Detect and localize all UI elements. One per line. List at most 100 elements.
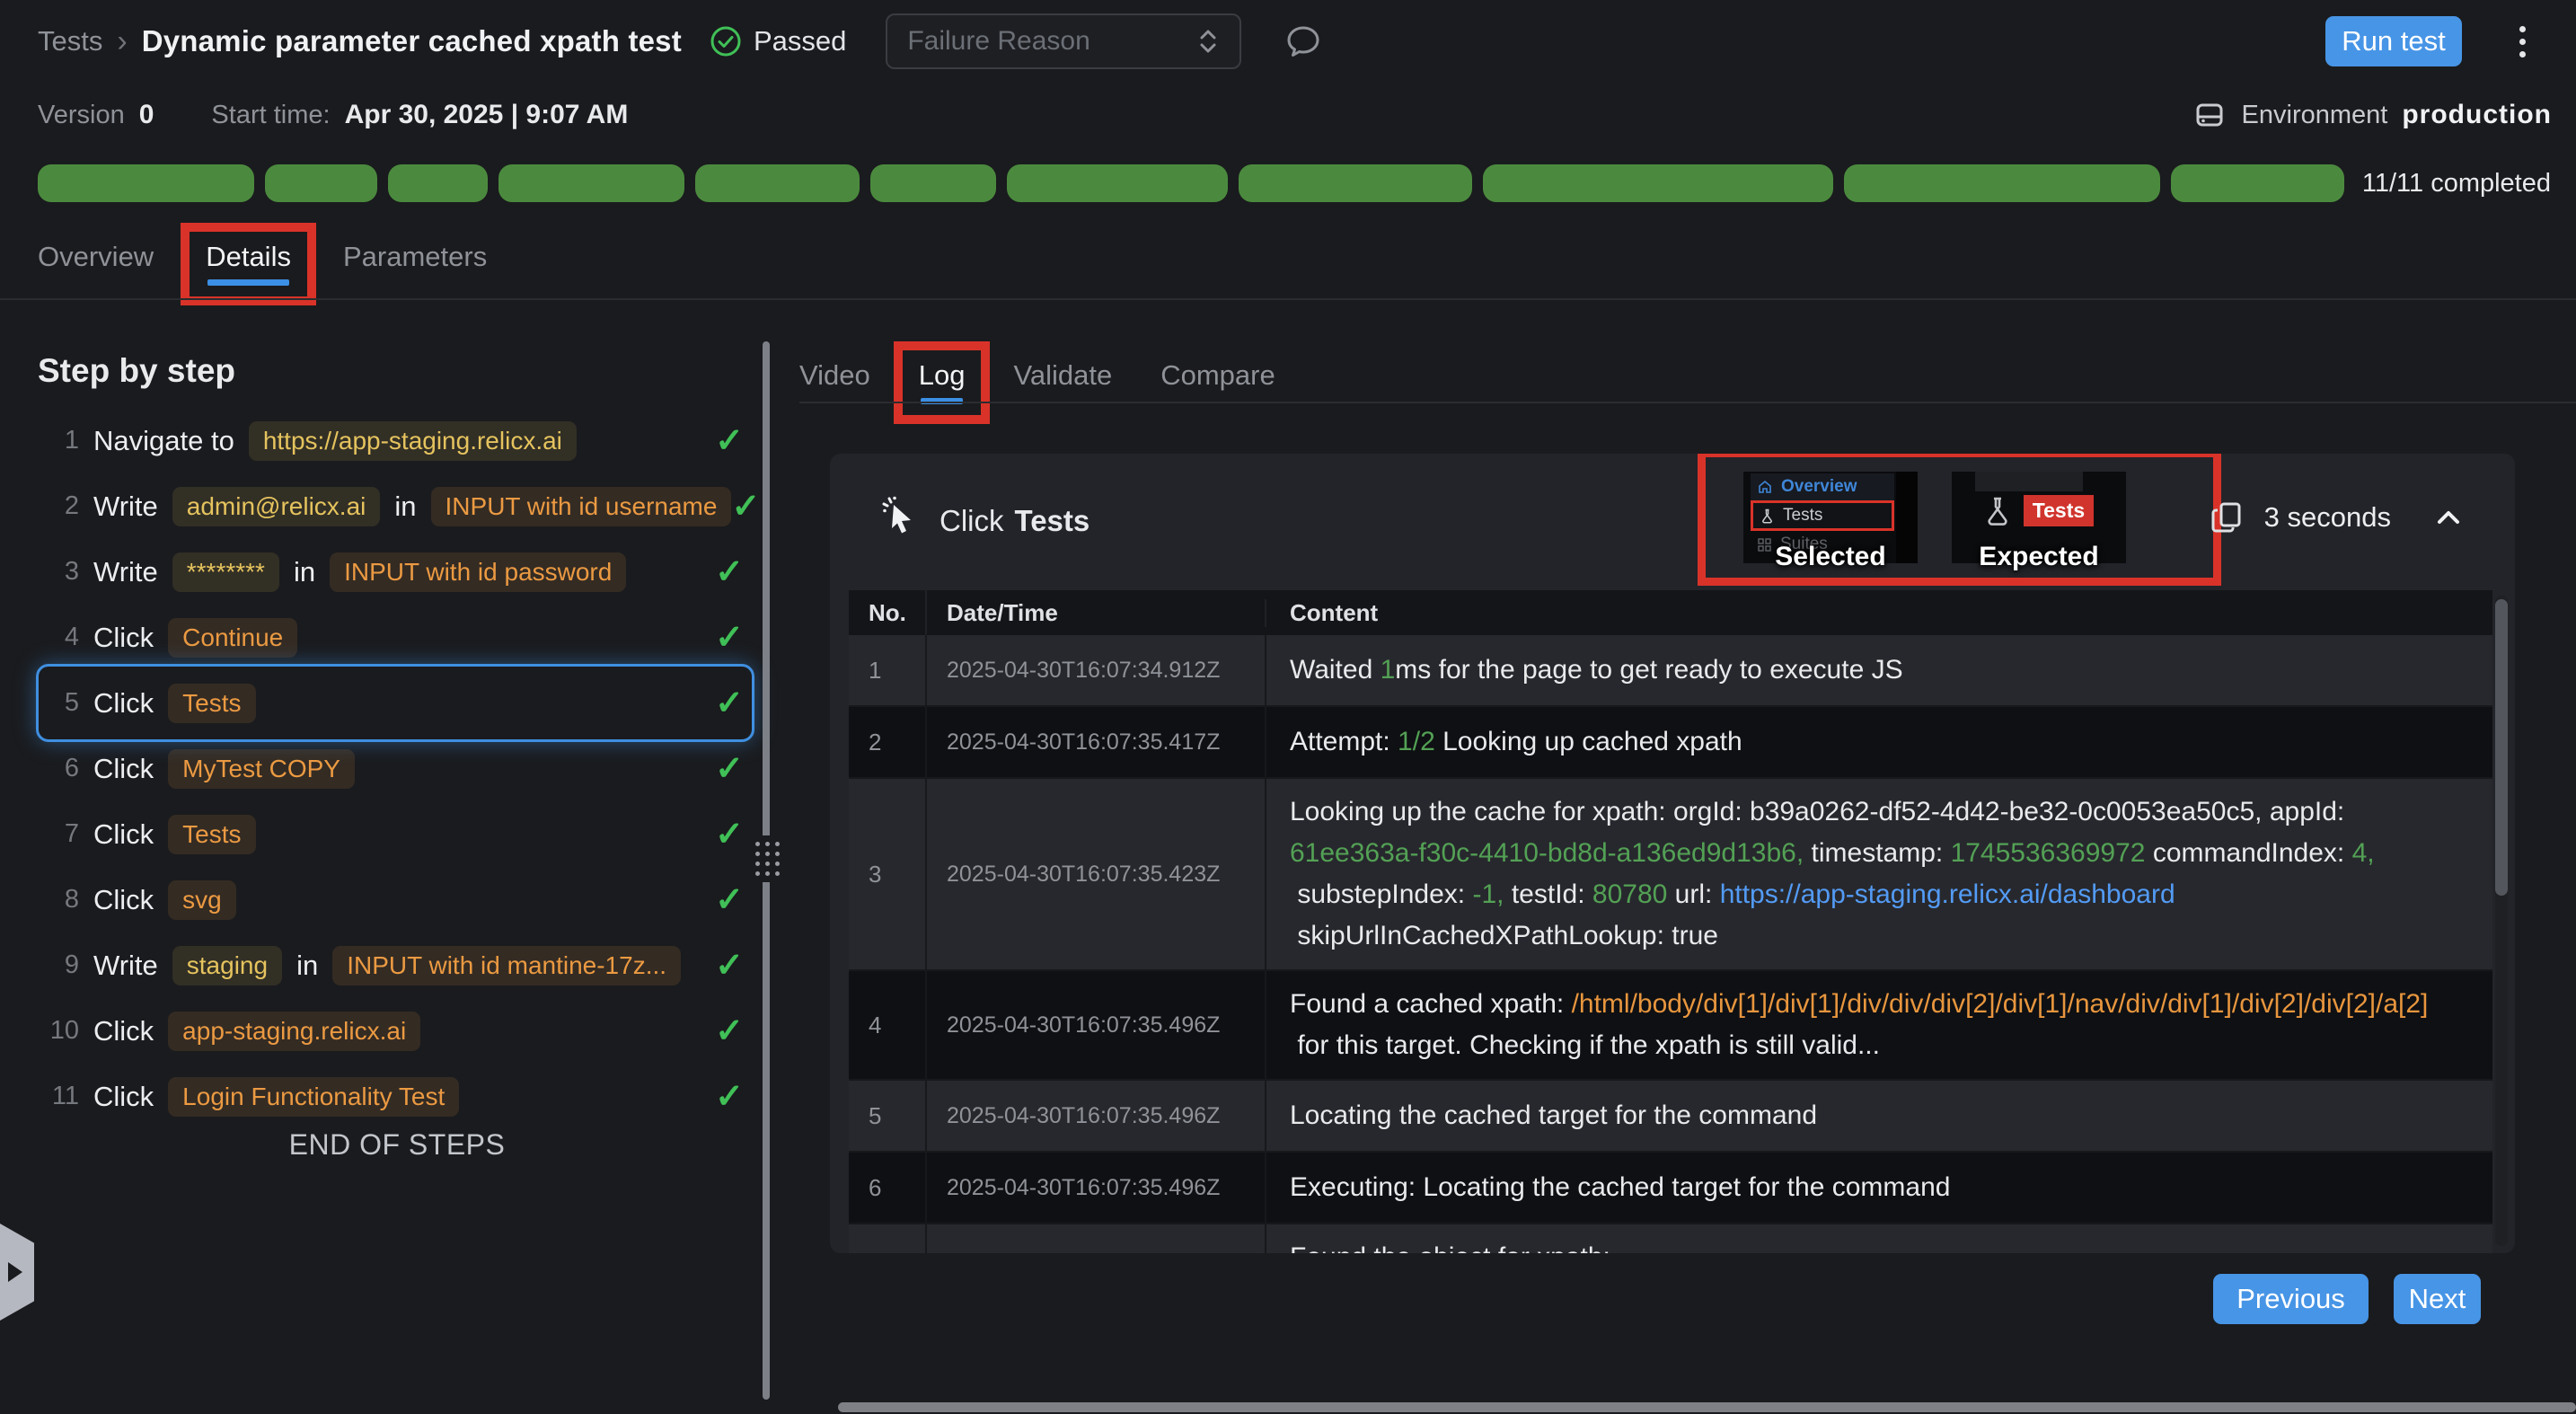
comment-bubble-icon[interactable] <box>1283 21 1324 62</box>
expected-thumbnail[interactable]: Tests Expected <box>1952 472 2126 563</box>
step-row[interactable]: 5ClickTests✓ <box>38 670 756 736</box>
col-content: Content <box>1265 599 2492 627</box>
step-row[interactable]: 9WritestaginginINPUT with id mantine-17z… <box>38 932 756 998</box>
step-passed-check-icon: ✓ <box>731 490 760 524</box>
environment-value: production <box>2402 100 2552 130</box>
step-target-chip[interactable]: staging <box>172 946 282 985</box>
step-row[interactable]: 3Write********inINPUT with id password✓ <box>38 539 756 605</box>
copy-icon[interactable] <box>2209 499 2246 536</box>
log-text-segment: skipUrlInCachedXPathLookup: true <box>1290 915 1718 957</box>
step-action-text: Click <box>93 884 154 916</box>
kebab-menu-icon[interactable] <box>2514 21 2531 63</box>
log-text-segment: url: <box>1667 874 1719 915</box>
step-target-chip[interactable]: INPUT with id password <box>330 552 626 592</box>
log-row-number: 3 <box>849 779 925 969</box>
step-target-chip[interactable]: https://app-staging.relicx.ai <box>249 421 577 461</box>
step-target-chip[interactable]: Tests <box>168 815 255 854</box>
step-target-chip[interactable]: ******** <box>172 552 279 592</box>
previous-button[interactable]: Previous <box>2213 1274 2369 1324</box>
step-row[interactable]: 6ClickMyTest COPY✓ <box>38 736 756 801</box>
start-time-value: Apr 30, 2025 | 9:07 AM <box>345 100 629 130</box>
log-row-timestamp: 2025-04-30T16:07:35.753Z <box>925 1224 1265 1253</box>
collapse-chevron-icon[interactable] <box>2432 507 2465 528</box>
active-tab-underline <box>207 279 289 286</box>
step-row[interactable]: 10Clickapp-staging.relicx.ai✓ <box>38 998 756 1064</box>
step-row[interactable]: 2Writeadmin@relicx.aiinINPUT with id use… <box>38 473 756 539</box>
selected-thumbnail[interactable]: Overview Tests Suites Selected <box>1743 472 1918 563</box>
passed-check-icon <box>709 24 743 58</box>
log-row: 22025-04-30T16:07:35.417ZAttempt: 1/2 Lo… <box>849 707 2492 779</box>
step-row[interactable]: 11ClickLogin Functionality Test✓ <box>38 1064 756 1129</box>
tab-video[interactable]: Video <box>799 359 870 413</box>
step-target-chip[interactable]: Continue <box>168 618 297 658</box>
next-button[interactable]: Next <box>2394 1274 2481 1324</box>
tab-validate[interactable]: Validate <box>1013 359 1112 413</box>
log-text-segment: /html/body/div[1]/div[1]/div/div/div[2]/… <box>1572 984 2429 1025</box>
progress-segment <box>870 164 996 202</box>
failure-reason-select[interactable]: Failure Reason <box>886 13 1241 69</box>
log-row-content: Found the object for xpath: /html/body/d… <box>1265 1224 2492 1253</box>
tab-compare[interactable]: Compare <box>1160 359 1275 413</box>
log-tabs: Video Log Validate Compare <box>799 359 1275 413</box>
log-table-scrollbar[interactable] <box>2495 596 2508 1246</box>
log-card-header: ClickTests Overview Tests <box>830 454 2515 590</box>
log-text-segment: Waited <box>1290 650 1381 691</box>
tab-overview[interactable]: Overview <box>38 241 154 295</box>
step-action-text: Write <box>93 490 158 523</box>
progress-segment <box>38 164 254 202</box>
step-passed-check-icon: ✓ <box>715 686 744 720</box>
log-row-number: 2 <box>849 707 925 777</box>
log-text-segment: Executing: Locating the cached target fo… <box>1290 1167 1950 1208</box>
tab-log[interactable]: Log <box>919 359 966 413</box>
horizontal-scrollbar[interactable] <box>838 1402 2576 1412</box>
step-number: 9 <box>38 950 79 980</box>
log-text-segment: Found the object for xpath: <box>1290 1237 1618 1253</box>
log-text-segment: 4, <box>2352 833 2375 874</box>
progress-row: 11/11 completed <box>38 163 2551 203</box>
top-bar: Tests › Dynamic parameter cached xpath t… <box>0 0 2576 83</box>
step-row[interactable]: 8Clicksvg✓ <box>38 867 756 932</box>
log-row-content: Waited 1ms for the page to get ready to … <box>1265 635 2492 705</box>
step-target-chip[interactable]: svg <box>168 880 236 920</box>
step-row[interactable]: 7ClickTests✓ <box>38 801 756 867</box>
log-step-target: Tests <box>1015 504 1090 537</box>
step-row[interactable]: 4ClickContinue✓ <box>38 605 756 670</box>
step-target-chip[interactable]: INPUT with id mantine-17z... <box>332 946 681 985</box>
tab-parameters[interactable]: Parameters <box>343 241 487 295</box>
step-passed-check-icon: ✓ <box>715 621 744 655</box>
status-badge: Passed <box>709 24 846 58</box>
log-row-timestamp: 2025-04-30T16:07:35.496Z <box>925 1081 1265 1151</box>
sidebar-expander-arrow[interactable] <box>0 1224 34 1321</box>
step-target-chip[interactable]: INPUT with id username <box>431 487 732 526</box>
progress-segment <box>1007 164 1228 202</box>
step-number: 2 <box>38 491 79 521</box>
meta-row: Version 0 Start time: Apr 30, 2025 | 9:0… <box>0 83 2576 147</box>
step-target-chip[interactable]: Login Functionality Test <box>168 1077 459 1117</box>
panel-resize-handle[interactable] <box>751 835 783 882</box>
step-target-chip[interactable]: app-staging.relicx.ai <box>168 1012 420 1051</box>
log-text-segment: for this target. Checking if the xpath i… <box>1290 1025 1880 1066</box>
click-cursor-icon <box>880 493 923 536</box>
log-text-segment: -1, <box>1472 874 1504 915</box>
log-row: 32025-04-30T16:07:35.423ZLooking up the … <box>849 779 2492 971</box>
step-action-text: Click <box>93 1081 154 1113</box>
step-passed-check-icon: ✓ <box>715 424 744 458</box>
tab-details[interactable]: Details <box>206 241 291 295</box>
app-root: Tests › Dynamic parameter cached xpath t… <box>0 0 2576 1414</box>
progress-bar <box>38 164 2344 202</box>
step-target-chip[interactable]: MyTest COPY <box>168 749 355 789</box>
log-text-segment: 80780 <box>1592 874 1667 915</box>
step-target-chip[interactable]: Tests <box>168 684 255 723</box>
breadcrumb[interactable]: Tests <box>38 25 102 57</box>
log-row-number: 1 <box>849 635 925 705</box>
log-link[interactable]: https://app-staging.relicx.ai/dashboard <box>1720 874 2175 915</box>
progress-segment <box>1239 164 1472 202</box>
run-test-button[interactable]: Run test <box>2325 16 2462 66</box>
end-of-steps-label: END OF STEPS <box>38 1128 756 1162</box>
log-row-content: Executing: Locating the cached target fo… <box>1265 1153 2492 1223</box>
log-row-number: 4 <box>849 971 925 1079</box>
step-action-text: Write <box>93 950 158 982</box>
step-target-chip[interactable]: admin@relicx.ai <box>172 487 381 526</box>
log-text-segment: Looking up the cache for xpath: orgId: b… <box>1290 791 2352 833</box>
step-row[interactable]: 1Navigate tohttps://app-staging.relicx.a… <box>38 408 756 473</box>
